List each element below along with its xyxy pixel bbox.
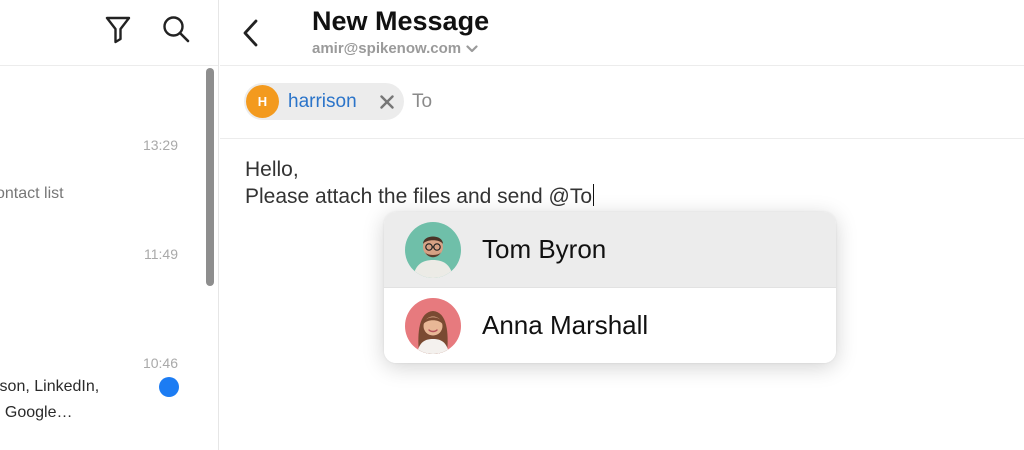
recipient-name: harrison — [288, 90, 357, 112]
message-body[interactable]: Hello, Please attach the files and send … — [245, 156, 1005, 210]
person-avatar-icon — [405, 221, 461, 278]
back-button[interactable] — [238, 16, 264, 50]
mention-suggestions-popup: Tom Byron Anna Marshall — [384, 212, 836, 363]
thread-list-pane: 13:29 ontact list 11:49 10:46 lson, Link… — [0, 0, 219, 450]
avatar — [405, 221, 461, 278]
compose-header: New Message amir@spikenow.com — [220, 0, 1024, 66]
body-line: Hello, — [245, 158, 299, 181]
recipient-chip[interactable]: H harrison — [244, 83, 404, 120]
to-field[interactable] — [412, 89, 972, 115]
text-caret — [593, 184, 595, 206]
app: 13:29 ontact list 11:49 10:46 lson, Link… — [0, 0, 1024, 450]
unread-indicator — [159, 377, 179, 397]
avatar: H — [246, 85, 279, 118]
chevron-down-icon — [466, 44, 478, 52]
thread-snippet[interactable]: lson, LinkedIn, — [0, 378, 99, 396]
mention-suggestion-anna-marshall[interactable]: Anna Marshall — [384, 288, 836, 363]
thread-snippet[interactable]: , Google… — [0, 404, 72, 422]
filter-icon — [105, 16, 131, 44]
mention-name: Tom Byron — [482, 234, 607, 264]
person-avatar-icon — [405, 297, 461, 354]
search-icon — [163, 16, 190, 43]
body-line: Please attach the files and send @To — [245, 185, 593, 208]
thread-time: 11:49 — [144, 246, 178, 262]
body-line-with-caret: Please attach the files and send @To — [245, 183, 1005, 210]
mention-name: Anna Marshall — [482, 310, 649, 340]
mention-suggestion-tom-byron[interactable]: Tom Byron — [384, 212, 836, 287]
close-icon — [380, 95, 394, 109]
thread-time: 10:46 — [142, 355, 178, 371]
thread-snippet[interactable]: ontact list — [0, 185, 64, 203]
thread-list-toolbar — [0, 0, 218, 66]
chevron-left-icon — [243, 19, 258, 47]
thread-time: 13:29 — [142, 137, 178, 153]
search-button[interactable] — [160, 12, 192, 46]
remove-recipient-button[interactable] — [377, 92, 397, 112]
from-account-label: amir@spikenow.com — [312, 40, 462, 57]
filter-button[interactable] — [102, 12, 134, 46]
recipients-row: H harrison — [220, 67, 1024, 139]
avatar — [405, 297, 461, 354]
from-account-selector[interactable]: amir@spikenow.com — [312, 40, 478, 57]
page-title: New Message — [312, 6, 490, 36]
thread-list-scrollbar[interactable] — [206, 68, 214, 286]
